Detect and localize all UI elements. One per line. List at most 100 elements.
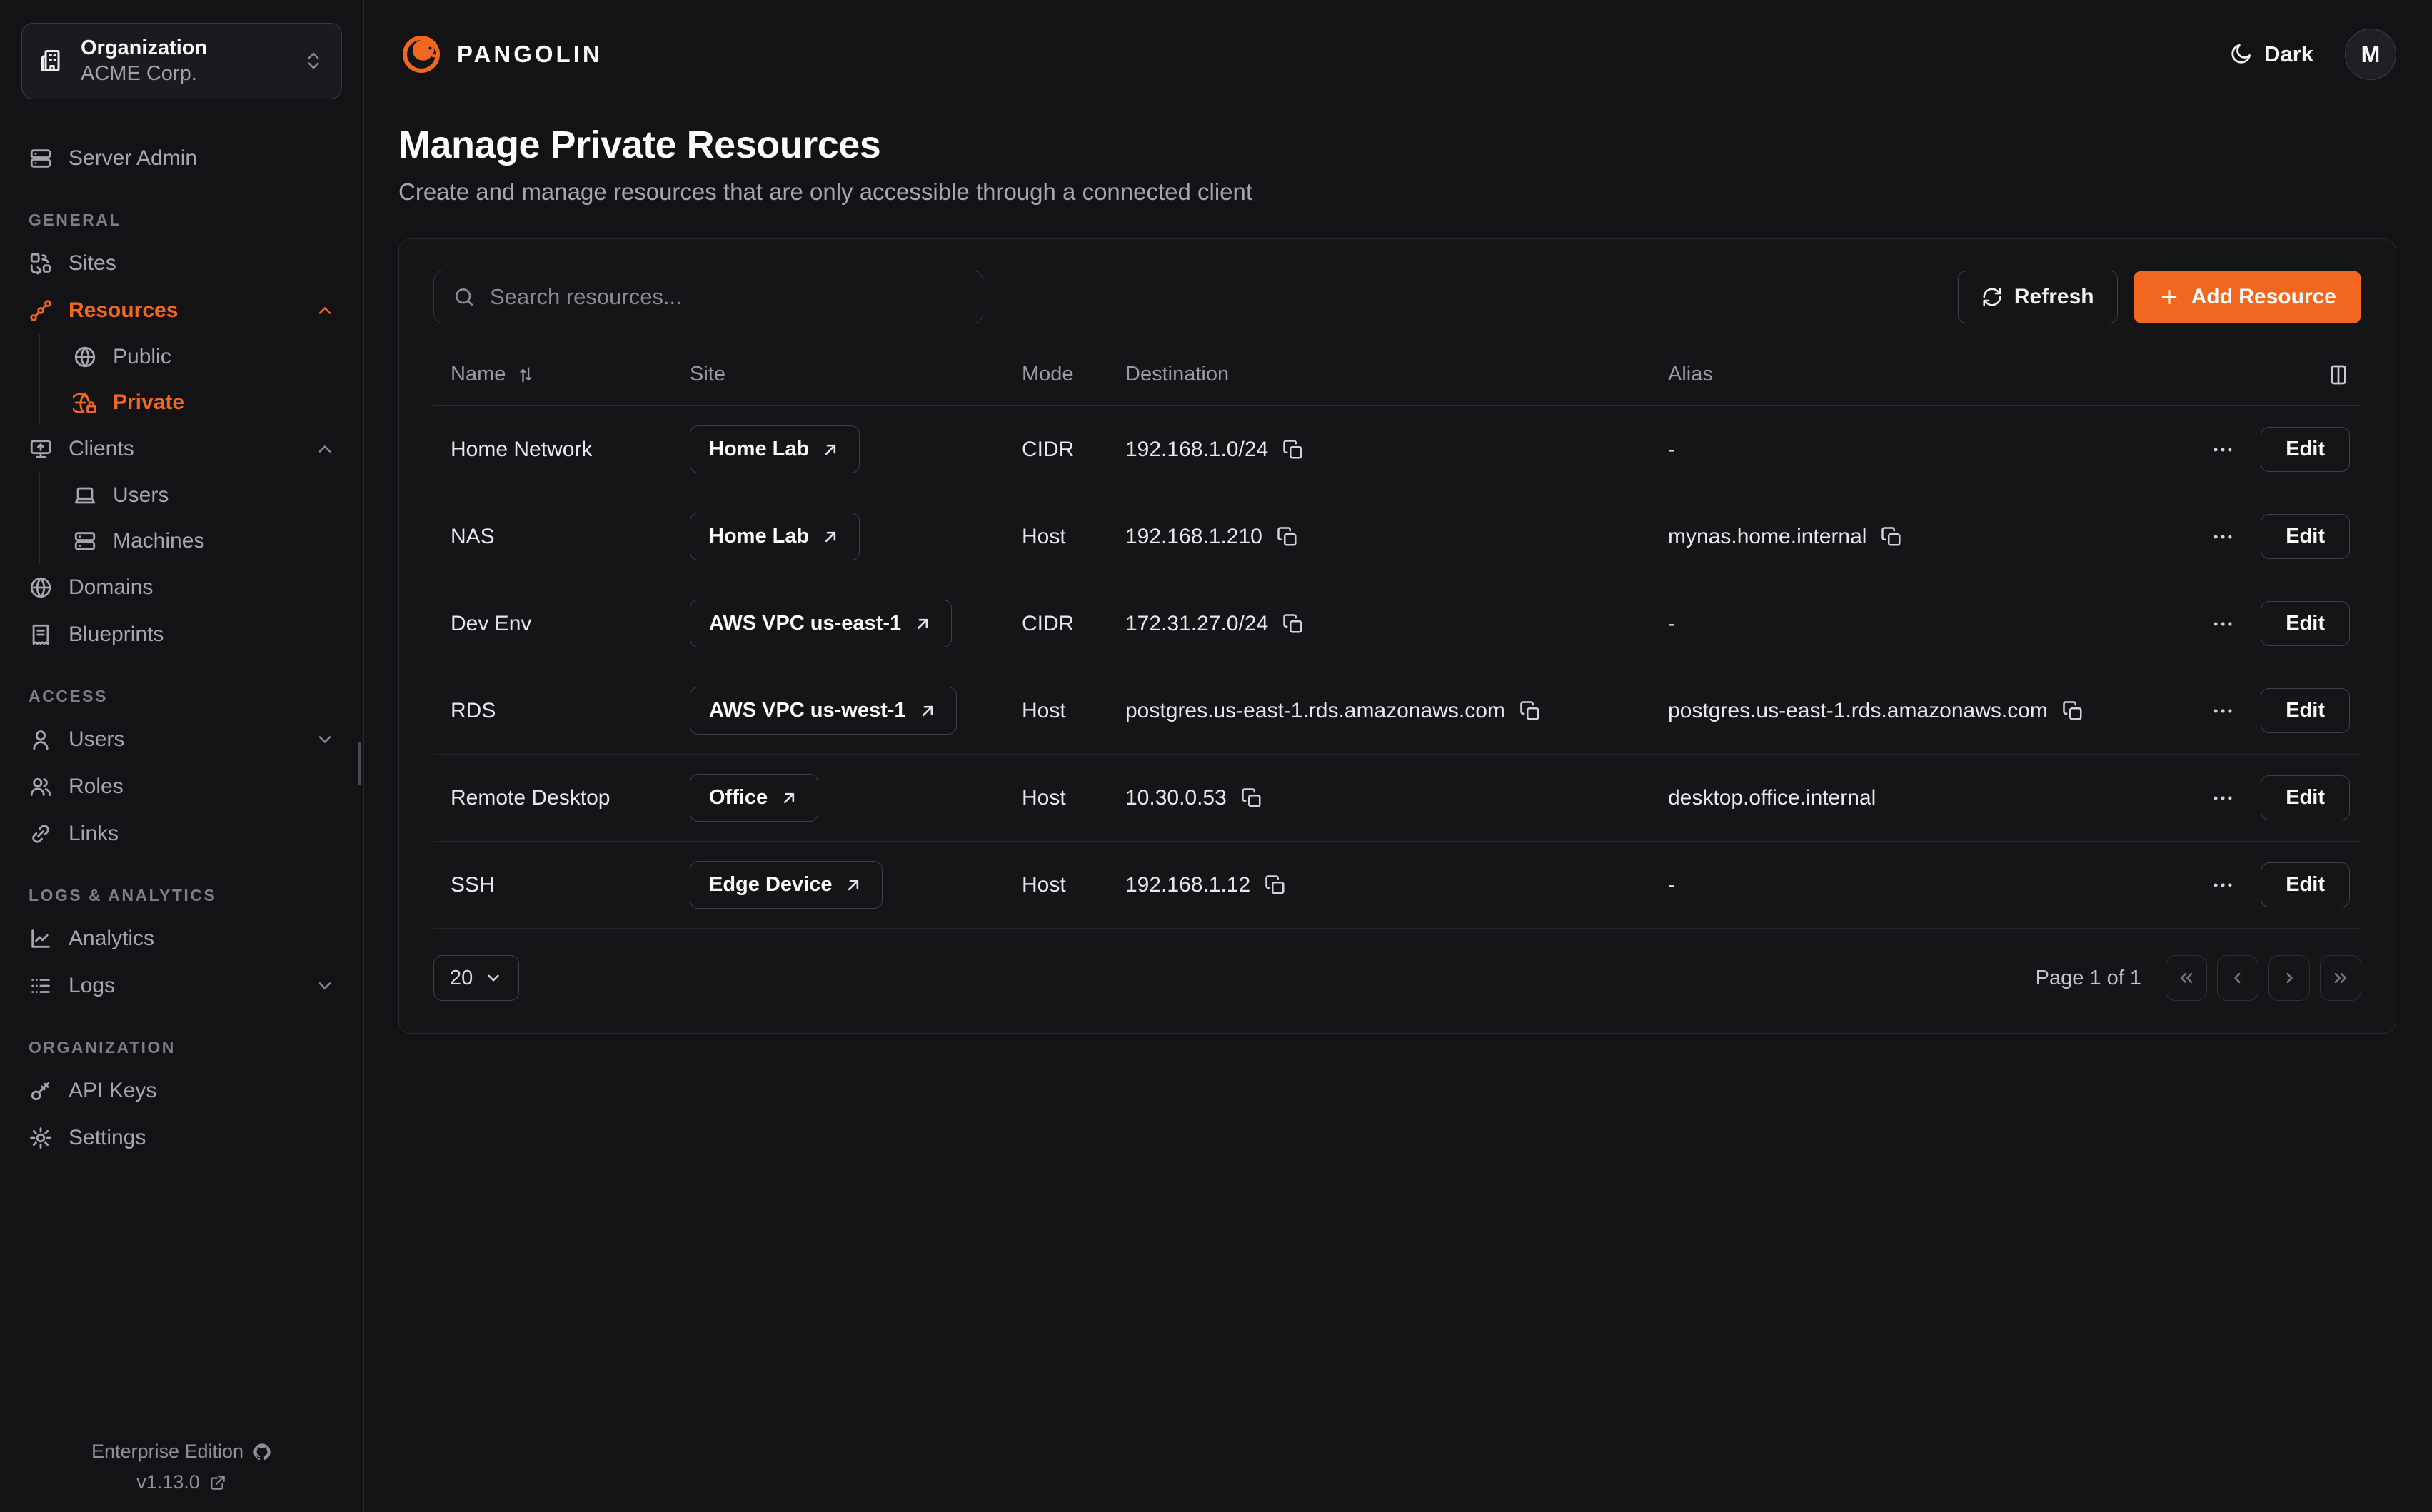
cell-alias: - [1668,873,2183,897]
moon-icon [2229,42,2253,66]
chevron-up-icon[interactable] [315,439,335,459]
logs-icon [29,974,53,998]
monitor-up-icon [29,437,53,461]
org-switcher[interactable]: Organization ACME Corp. [21,23,342,99]
sidebar-item-settings[interactable]: Settings [21,1114,342,1161]
site-link[interactable]: Home Lab [690,513,860,560]
edit-button[interactable]: Edit [2261,601,2350,646]
row-menu-button[interactable] [2211,699,2235,723]
row-menu-button[interactable] [2211,873,2235,897]
chevron-down-icon[interactable] [315,730,335,750]
sidebar-item-resources[interactable]: Resources [21,287,342,334]
refresh-button[interactable]: Refresh [1958,271,2118,323]
theme-toggle[interactable]: Dark [2229,41,2313,67]
edit-button[interactable]: Edit [2261,862,2350,907]
edit-button[interactable]: Edit [2261,427,2350,472]
edit-button[interactable]: Edit [2261,775,2350,820]
row-menu-button[interactable] [2211,438,2235,462]
first-page-button[interactable] [2166,955,2207,1001]
sidebar-item-public[interactable]: Public [66,334,342,380]
pager-controls: Page 1 of 1 [2036,955,2361,1001]
sidebar-scrollbar-thumb[interactable] [358,742,361,785]
table-header: Name Site Mode Destination Alias [433,343,2361,406]
github-icon [252,1442,272,1462]
sidebar-item-api-keys[interactable]: API Keys [21,1067,342,1114]
sidebar-footer: Enterprise Edition v1.13.0 [21,1411,342,1512]
section-label-organization: ORGANIZATION [29,1038,342,1057]
sidebar-item-users[interactable]: Users [21,716,342,763]
edit-button[interactable]: Edit [2261,514,2350,559]
copy-alias-button[interactable] [1881,526,1902,548]
page-size-select[interactable]: 20 [433,955,519,1001]
version-link[interactable]: v1.13.0 [21,1471,342,1493]
site-label: Home Lab [709,525,809,548]
copy-destination-button[interactable] [1282,439,1304,460]
row-menu-button[interactable] [2211,786,2235,810]
copy-destination-button[interactable] [1241,787,1262,809]
users-icon [29,775,53,799]
sidebar-item-clients[interactable]: Clients [21,425,342,473]
sidebar-item-label: Users [113,483,335,508]
laptop-icon [73,483,97,508]
column-header-site: Site [690,363,1022,386]
table-row: RDS AWS VPC us-west-1 Host postgres.us-e… [433,667,2361,755]
sidebar-item-roles[interactable]: Roles [21,763,342,810]
search-input[interactable] [490,284,964,310]
chevron-up-icon[interactable] [315,301,335,321]
avatar-initial: M [2361,41,2381,68]
copy-destination-button[interactable] [1277,526,1298,548]
edition-link[interactable]: Enterprise Edition [21,1441,342,1463]
sidebar-item-label: Domains [69,575,335,600]
site-link[interactable]: Home Lab [690,425,860,473]
sidebar-item-client-users[interactable]: Users [66,473,342,518]
waypoints-icon [29,298,53,323]
sidebar: Organization ACME Corp. Server Admin GEN… [0,0,364,1512]
sidebar-item-server-admin[interactable]: Server Admin [21,135,342,182]
cell-mode: CIDR [1022,438,1125,462]
link-icon [29,822,53,846]
row-menu-button[interactable] [2211,612,2235,636]
globe-icon [73,345,97,369]
cell-alias: postgres.us-east-1.rds.amazonaws.com [1668,699,2048,723]
add-resource-button[interactable]: Add Resource [2134,271,2361,323]
sidebar-item-machines[interactable]: Machines [66,518,342,564]
copy-destination-button[interactable] [1265,875,1286,896]
sidebar-item-domains[interactable]: Domains [21,564,342,611]
table-row: NAS Home Lab Host 192.168.1.210 mynas.ho… [433,493,2361,580]
next-page-button[interactable] [2268,955,2310,1001]
sidebar-item-private[interactable]: Private [66,380,342,425]
cell-alias: - [1668,612,2183,636]
toolbar-actions: Refresh Add Resource [1958,271,2361,323]
site-link[interactable]: AWS VPC us-west-1 [690,687,957,735]
chevron-down-icon[interactable] [315,976,335,996]
row-menu-button[interactable] [2211,525,2235,549]
site-link[interactable]: Edge Device [690,861,883,909]
previous-page-button[interactable] [2217,955,2258,1001]
copy-alias-button[interactable] [2062,700,2084,722]
sidebar-item-analytics[interactable]: Analytics [21,915,342,962]
column-header-name[interactable]: Name [451,363,690,386]
user-menu-button[interactable]: M [2345,29,2396,80]
edit-button[interactable]: Edit [2261,688,2350,733]
last-page-button[interactable] [2320,955,2361,1001]
app-root: Organization ACME Corp. Server Admin GEN… [0,0,2432,1512]
sidebar-item-sites[interactable]: Sites [21,240,342,287]
edition-label: Enterprise Edition [91,1441,243,1463]
sidebar-item-label: Public [113,345,335,369]
search-box [433,271,983,323]
version-label: v1.13.0 [136,1471,200,1493]
table-row: SSH Edge Device Host 192.168.1.12 - Edit [433,842,2361,929]
columns-toggle-button[interactable] [2327,363,2350,386]
clients-subtree: Users Machines [39,473,342,564]
sidebar-item-links[interactable]: Links [21,810,342,857]
copy-destination-button[interactable] [1519,700,1541,722]
cell-mode: CIDR [1022,612,1125,636]
brand[interactable]: PANGOLIN [398,31,603,77]
site-link[interactable]: AWS VPC us-east-1 [690,600,952,647]
site-link[interactable]: Office [690,774,818,822]
sidebar-item-blueprints[interactable]: Blueprints [21,611,342,658]
user-icon [29,727,53,752]
sidebar-item-logs[interactable]: Logs [21,962,342,1009]
copy-destination-button[interactable] [1282,613,1304,635]
arrow-up-right-icon [913,614,933,634]
